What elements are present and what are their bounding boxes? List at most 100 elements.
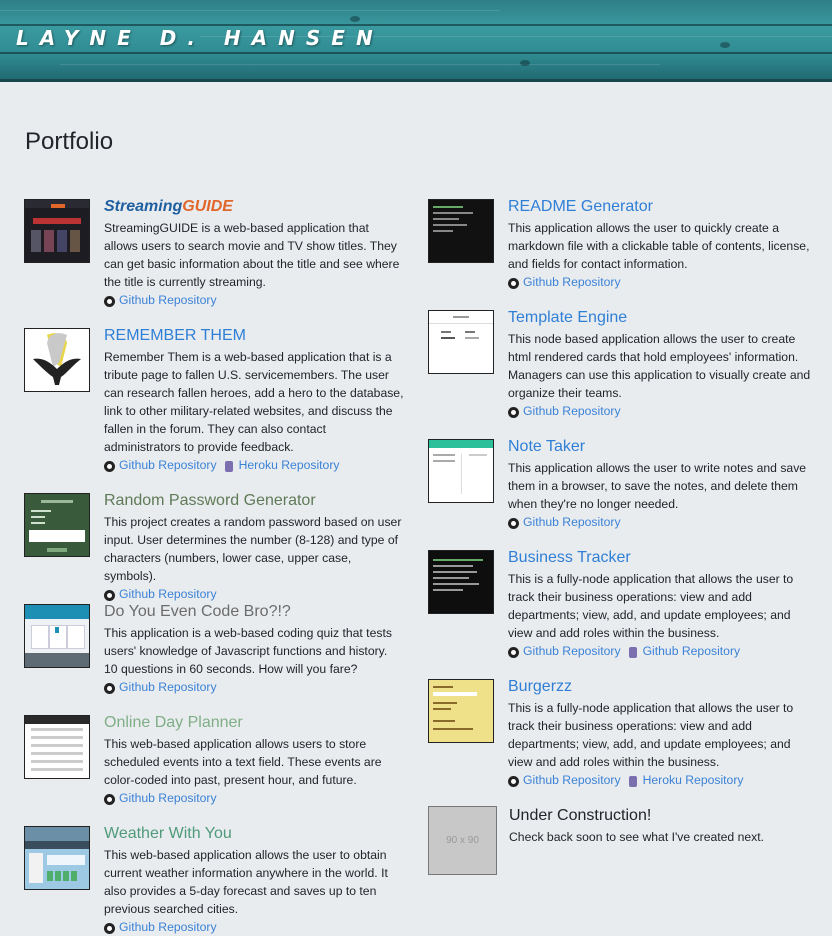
wood-knot <box>520 60 530 66</box>
project-description: This node based application allows the u… <box>508 332 811 400</box>
heroku-icon <box>628 775 637 787</box>
github-repository-link[interactable]: Github Repository <box>523 273 621 291</box>
heroku-repository-link[interactable]: Heroku Repository <box>239 456 340 474</box>
project-card-day-planner: Online Day Planner This web-based applic… <box>24 713 404 824</box>
project-links: Github Repository Github Repository <box>508 642 813 660</box>
project-title-burgerzz[interactable]: Burgerzz <box>508 677 813 697</box>
project-body: Online Day Planner This web-based applic… <box>104 713 404 807</box>
github-icon <box>508 775 519 787</box>
project-title-streaming-guide[interactable]: StreamingGUIDE <box>104 197 404 217</box>
project-column-left: StreamingGUIDE StreamingGUIDE is a web-b… <box>24 197 404 935</box>
project-body: REMEMBER THEM Remember Them is a web-bas… <box>104 326 404 474</box>
project-description: This application allows the user to writ… <box>508 461 807 511</box>
github-repository-link[interactable]: Github Repository <box>119 585 217 603</box>
heroku-repository-link[interactable]: Heroku Repository <box>643 771 744 789</box>
github-repository-link[interactable]: Github Repository <box>119 456 217 474</box>
project-card-weather: Weather With You This web-based applicat… <box>24 824 404 935</box>
project-title-password-generator[interactable]: Random Password Generator <box>104 491 404 511</box>
eagle-ribbon-icon <box>33 333 81 385</box>
project-body: Burgerzz This is a fully-node applicatio… <box>508 677 813 789</box>
project-body: Note Taker This application allows the u… <box>508 437 813 531</box>
github-repository-link[interactable]: Github Repository <box>119 789 217 807</box>
project-thumbnail-burgerzz[interactable] <box>428 679 494 743</box>
under-construction-card: 90 x 90 Under Construction! Check back s… <box>428 806 813 875</box>
project-title-readme-generator[interactable]: README Generator <box>508 197 813 217</box>
github-repository-link[interactable]: Github Repository <box>119 918 217 936</box>
project-card-business-tracker: Business Tracker This is a fully-node ap… <box>428 548 813 677</box>
project-body: Template Engine This node based applicat… <box>508 308 813 420</box>
project-description: This application allows the user to quic… <box>508 221 810 271</box>
project-title-template-engine[interactable]: Template Engine <box>508 308 813 328</box>
github-repository-link[interactable]: Github Repository <box>523 771 621 789</box>
project-description: This project creates a random password b… <box>104 515 402 583</box>
github-icon <box>104 922 115 934</box>
project-links: Github Repository <box>104 585 404 603</box>
project-body: Random Password Generator This project c… <box>104 491 404 603</box>
github-icon <box>104 589 115 601</box>
project-title-note-taker[interactable]: Note Taker <box>508 437 813 457</box>
second-repository-link[interactable]: Github Repository <box>643 642 741 660</box>
project-card-readme-generator: README Generator This application allows… <box>428 197 813 308</box>
github-repository-link[interactable]: Github Repository <box>119 678 217 696</box>
project-thumbnail-day-planner[interactable] <box>24 715 90 779</box>
github-repository-link[interactable]: Github Repository <box>523 642 621 660</box>
title-part-guide: GUIDE <box>182 198 233 215</box>
project-thumbnail-business-tracker[interactable] <box>428 550 494 614</box>
project-thumbnail-note-taker[interactable] <box>428 439 494 503</box>
site-header: LAYNE D. HANSEN <box>0 0 832 82</box>
github-icon <box>508 277 519 289</box>
github-repository-link[interactable]: Github Repository <box>119 291 217 309</box>
project-title-business-tracker[interactable]: Business Tracker <box>508 548 813 568</box>
project-links: Github Repository <box>104 789 404 807</box>
project-card-code-quiz: Do You Even Code Bro?!? This application… <box>24 602 404 713</box>
project-card-password-generator: Random Password Generator This project c… <box>24 491 404 602</box>
under-construction-title: Under Construction! <box>509 807 652 824</box>
wood-grain <box>0 10 500 11</box>
project-thumbnail-weather[interactable] <box>24 826 90 890</box>
project-links: Github Repository <box>104 918 404 936</box>
project-title-weather[interactable]: Weather With You <box>104 824 404 844</box>
project-thumbnail-readme-generator[interactable] <box>428 199 494 263</box>
project-body: Do You Even Code Bro?!? This application… <box>104 602 404 696</box>
wood-knot <box>350 16 360 22</box>
project-description: Remember Them is a web-based application… <box>104 350 404 454</box>
project-description: This is a fully-node application that al… <box>508 572 794 640</box>
project-card-remember-them: REMEMBER THEM Remember Them is a web-bas… <box>24 326 404 491</box>
page-title: Portfolio <box>25 128 114 155</box>
github-icon <box>104 295 115 307</box>
github-icon <box>508 517 519 529</box>
github-icon <box>508 406 519 418</box>
project-column-right: README Generator This application allows… <box>428 197 813 875</box>
site-brand[interactable]: LAYNE D. HANSEN <box>16 26 384 50</box>
project-title-code-quiz[interactable]: Do You Even Code Bro?!? <box>104 602 404 622</box>
placeholder-image: 90 x 90 <box>428 806 497 875</box>
under-construction-body: Under Construction! Check back soon to s… <box>509 806 813 846</box>
project-description: This web-based application allows the us… <box>104 848 388 916</box>
project-links: Github Repository <box>104 291 404 309</box>
wood-knot <box>720 42 730 48</box>
github-icon <box>508 646 519 658</box>
heroku-icon <box>224 460 233 472</box>
project-body: StreamingGUIDE StreamingGUIDE is a web-b… <box>104 197 404 309</box>
wood-plank-seam <box>0 52 832 54</box>
project-body: Business Tracker This is a fully-node ap… <box>508 548 813 660</box>
github-icon <box>104 460 115 472</box>
project-title-remember-them[interactable]: REMEMBER THEM <box>104 326 404 346</box>
project-card-template-engine: Template Engine This node based applicat… <box>428 308 813 437</box>
project-links: Github Repository <box>508 513 813 531</box>
project-description: This is a fully-node application that al… <box>508 701 794 769</box>
project-thumbnail-streaming-guide[interactable] <box>24 199 90 263</box>
project-title-day-planner[interactable]: Online Day Planner <box>104 713 404 733</box>
project-thumbnail-template-engine[interactable] <box>428 310 494 374</box>
github-repository-link[interactable]: Github Repository <box>523 513 621 531</box>
github-repository-link[interactable]: Github Repository <box>523 402 621 420</box>
project-card-streaming-guide: StreamingGUIDE StreamingGUIDE is a web-b… <box>24 197 404 326</box>
project-description: StreamingGUIDE is a web-based applicatio… <box>104 221 400 289</box>
github-icon <box>104 793 115 805</box>
project-links: Github Repository Heroku Repository <box>104 456 404 474</box>
project-links: Github Repository <box>508 273 813 291</box>
project-thumbnail-code-quiz[interactable] <box>24 604 90 668</box>
project-links: Github Repository <box>508 402 813 420</box>
project-thumbnail-password-generator[interactable] <box>24 493 90 557</box>
project-thumbnail-remember-them[interactable] <box>24 328 90 392</box>
